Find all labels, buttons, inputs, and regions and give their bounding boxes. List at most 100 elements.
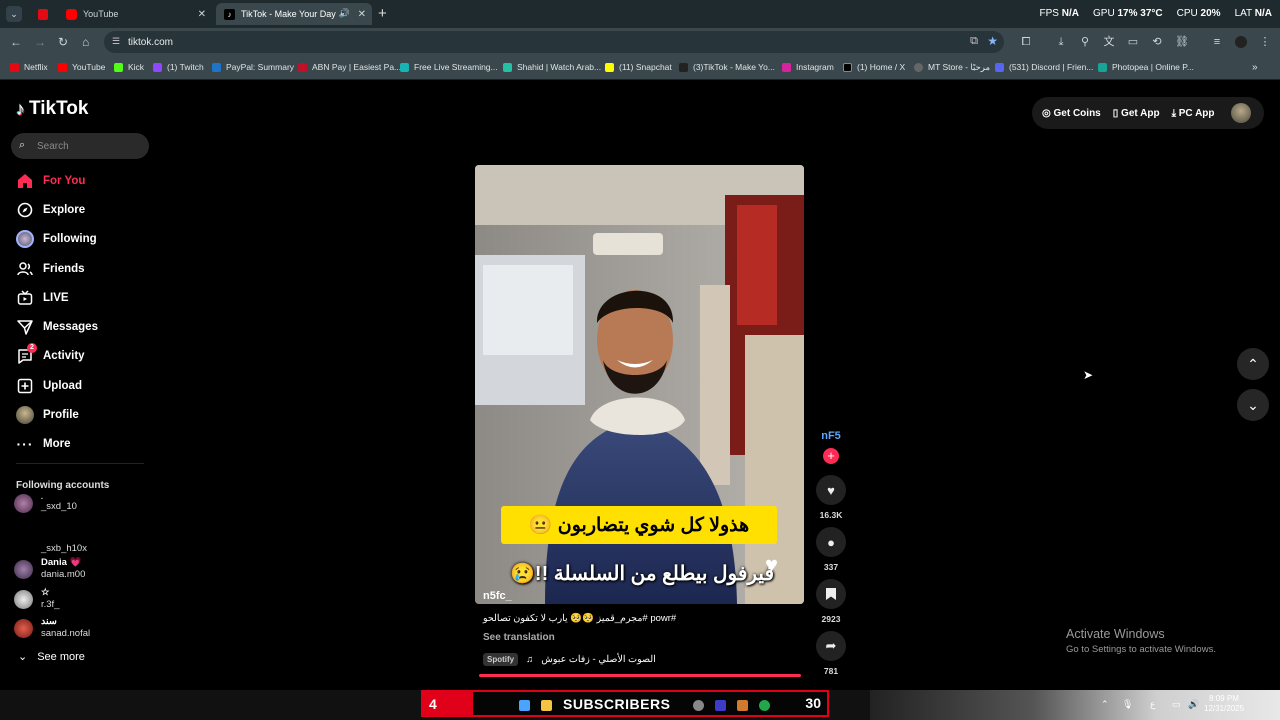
nav-for-you[interactable]: For You	[16, 170, 85, 192]
nav-activity[interactable]: 2 Activity	[16, 343, 85, 367]
speaker-icon[interactable]: 🔊	[339, 8, 350, 19]
video-overlay-handle: n5fc_	[483, 590, 512, 602]
bookmark-instagram[interactable]: Instagram	[782, 62, 834, 72]
nav-more[interactable]: ··· More	[16, 433, 71, 455]
nav-upload[interactable]: Upload	[16, 375, 82, 397]
share-action[interactable]: ➦ 781	[816, 631, 846, 676]
see-more-button[interactable]: ⌄ See more	[18, 650, 85, 664]
search-input[interactable]: ⌕ Search	[11, 133, 149, 159]
file-explorer-icon[interactable]	[541, 700, 552, 711]
following-account[interactable]: سند sanad.nofal	[14, 616, 90, 640]
extensions-icon[interactable]: ⧠	[1020, 36, 1032, 48]
get-coins-button[interactable]: ◎ Get Coins	[1042, 108, 1101, 119]
youtube-icon	[66, 8, 77, 20]
tray-overflow-icon[interactable]: ⌃	[1101, 699, 1109, 710]
tab-1[interactable]	[30, 3, 54, 25]
profile-avatar-icon[interactable]	[1235, 36, 1247, 48]
language-indicator[interactable]: ع	[1150, 699, 1155, 710]
share-icon[interactable]: ➦	[816, 631, 846, 661]
bookmark-abn-pay[interactable]: ABN Pay | Easiest Pa...	[298, 62, 401, 72]
bookmark-youtube[interactable]: YouTube	[58, 62, 105, 72]
comment-icon[interactable]: ●	[816, 527, 846, 557]
reload-icon[interactable]: ↻	[58, 35, 68, 49]
bookmarks-overflow-icon[interactable]: »	[1252, 62, 1258, 73]
following-account[interactable]: _sxb_h10x	[14, 539, 87, 558]
nav-profile[interactable]: Profile	[16, 404, 79, 426]
heart-icon[interactable]: ♥	[816, 475, 846, 505]
url-bar[interactable]: ☰ tiktok.com ⧉ ★	[104, 31, 1004, 53]
bookmark-star-icon[interactable]: ★	[987, 34, 998, 48]
performance-overlay: FPS N/A GPU 17% 37°C CPU 20% LAT N/A	[1039, 8, 1272, 19]
video-player[interactable]: هذولا كل شوي يتضاربون 😐 فيرفول بيطلع من …	[475, 165, 804, 604]
downloads-icon[interactable]: ⤓	[1055, 36, 1067, 48]
network-icon[interactable]: ▭	[1172, 699, 1181, 710]
bookmark-shahid[interactable]: Shahid | Watch Arab...	[503, 62, 601, 72]
following-account[interactable]: . _sxd_10	[14, 494, 77, 513]
xbox-icon[interactable]	[759, 700, 770, 711]
bookmark-x[interactable]: (1) Home / X	[843, 62, 905, 72]
taskbar-app-icon[interactable]	[737, 700, 748, 711]
comment-action[interactable]: ● 337	[816, 527, 846, 572]
bookmark-live-streaming[interactable]: Free Live Streaming...	[400, 62, 498, 72]
discord-icon	[995, 62, 1004, 72]
bookmark-photopea[interactable]: Photopea | Online P...	[1098, 62, 1194, 72]
creator-avatar[interactable]: nF5	[817, 430, 845, 442]
tab-tiktok[interactable]: ♪ TikTok - Make Your Day 🔊 ✕	[216, 3, 372, 25]
menu-icon[interactable]: ⋮	[1259, 36, 1271, 48]
account-name: ☆	[41, 587, 50, 598]
see-translation-link[interactable]: See translation	[483, 632, 555, 643]
extension-icon[interactable]: ⚲	[1079, 36, 1091, 48]
reading-list-icon[interactable]: ≡	[1211, 36, 1223, 48]
previous-video-button[interactable]: ⌃	[1237, 348, 1269, 380]
save-action[interactable]: 2923	[816, 579, 846, 624]
forward-icon[interactable]: →	[34, 35, 46, 49]
like-action[interactable]: ♥ 16.3K	[816, 475, 846, 520]
bookmark-netflix[interactable]: Netflix	[10, 62, 48, 72]
nav-following[interactable]: Following	[16, 228, 97, 250]
bookmark-kick[interactable]: Kick	[114, 62, 144, 72]
volume-icon[interactable]: 🔊	[1188, 699, 1199, 710]
windows-start-icon[interactable]	[519, 700, 530, 711]
video-progress-bar[interactable]	[479, 674, 801, 677]
close-tab-icon[interactable]: ✕	[198, 9, 206, 20]
home-icon[interactable]: ⌂	[82, 35, 89, 49]
microphone-icon[interactable]: 🎙	[1122, 699, 1133, 710]
bookmark-mt-store[interactable]: MT Store - مرحبًا	[914, 62, 990, 73]
spotify-badge[interactable]: Spotify	[483, 653, 519, 666]
new-tab-button[interactable]: +	[378, 5, 387, 22]
bookmark-twitch[interactable]: (1) Twitch	[153, 62, 204, 72]
next-video-button[interactable]: ⌄	[1237, 389, 1269, 421]
translate-icon[interactable]: 文	[1103, 36, 1115, 48]
pc-app-button[interactable]: ⤓ PC App	[1172, 108, 1215, 119]
system-clock[interactable]: 8:09 PM 12/31/2025	[1204, 694, 1244, 714]
nav-messages[interactable]: Messages	[16, 316, 98, 338]
follow-plus-button[interactable]: +	[823, 448, 839, 464]
taskbar-app-icon[interactable]	[693, 700, 704, 711]
bookmark-icon[interactable]	[816, 579, 846, 609]
bookmark-paypal[interactable]: PayPal: Summary	[212, 62, 294, 72]
back-icon[interactable]: ←	[10, 35, 22, 49]
install-app-icon[interactable]: ⧉	[970, 35, 978, 48]
twitch-icon	[153, 62, 162, 72]
following-account[interactable]: ☆ r.3f_	[14, 587, 60, 611]
site-info-icon[interactable]: ☰	[112, 36, 120, 47]
tiktok-logo[interactable]: ♪ TikTok	[16, 98, 88, 120]
tab-youtube[interactable]: YouTube ✕	[58, 3, 212, 25]
wallet-icon[interactable]: ▭	[1127, 36, 1139, 48]
user-avatar[interactable]	[1230, 103, 1251, 123]
taskbar-app-icon[interactable]	[715, 700, 726, 711]
nav-live[interactable]: LIVE	[16, 287, 69, 309]
search-placeholder: Search	[37, 140, 69, 152]
nav-friends[interactable]: Friends	[16, 258, 85, 280]
nav-explore[interactable]: Explore	[16, 199, 85, 221]
history-icon[interactable]: ⟲	[1151, 36, 1163, 48]
get-app-button[interactable]: ▯ Get App	[1113, 108, 1160, 119]
bookmark-discord[interactable]: (531) Discord | Frien...	[995, 62, 1093, 72]
link-icon[interactable]: ⛓	[1175, 36, 1189, 48]
bookmark-tiktok[interactable]: (3)TikTok - Make Yo...	[679, 62, 775, 72]
close-tab-icon[interactable]: ✕	[358, 9, 366, 20]
tab-list-button[interactable]: ⌄	[6, 6, 22, 22]
following-account[interactable]: Dania 💗 dania.m00	[14, 557, 85, 581]
music-info[interactable]: Spotify ♫ الصوت الأصلي - زفات عبوش	[483, 653, 656, 666]
bookmark-snapchat[interactable]: (11) Snapchat	[605, 62, 672, 72]
